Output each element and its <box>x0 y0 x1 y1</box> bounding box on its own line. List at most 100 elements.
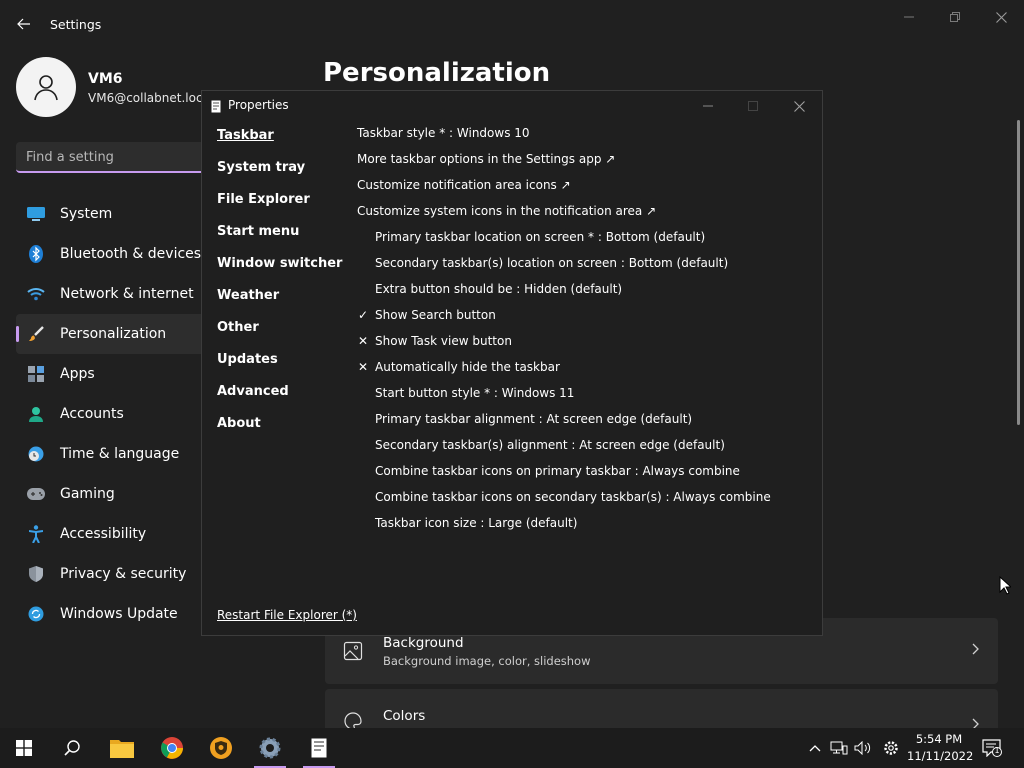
nav-label: System <box>60 206 113 222</box>
nav-item-privacy-security[interactable]: Privacy & security <box>16 554 206 594</box>
close-icon <box>793 100 805 112</box>
restore-icon <box>950 12 960 22</box>
user-email: VM6@collabnet.local <box>88 91 214 105</box>
gamepad-icon <box>27 485 45 503</box>
clock-globe-icon <box>27 445 45 463</box>
scrollbar[interactable] <box>1017 120 1020 425</box>
option-more-taskbar-options[interactable]: More taskbar options in the Settings app… <box>357 152 615 166</box>
nav-label: Apps <box>60 366 95 382</box>
nav-item-bluetooth[interactable]: Bluetooth & devices <box>16 234 206 274</box>
search-input[interactable] <box>26 148 206 166</box>
option-notification-area-icons[interactable]: Customize notification area icons ↗ <box>357 178 571 192</box>
nav-label: Time & language <box>60 446 180 462</box>
dialog-tab-system-tray[interactable]: System tray <box>217 160 305 175</box>
search-icon <box>64 740 80 756</box>
search-button[interactable] <box>48 728 96 768</box>
nav-item-network[interactable]: Network & internet <box>16 274 206 314</box>
chevron-up-icon <box>809 745 821 752</box>
restore-button[interactable] <box>932 6 978 28</box>
nav-item-system[interactable]: System <box>16 194 206 234</box>
nav-label: Accessibility <box>60 526 147 542</box>
clock-time[interactable]: 5:54 PM <box>910 732 968 746</box>
close-button[interactable] <box>978 6 1024 28</box>
back-button[interactable] <box>12 12 36 36</box>
option-icon-size[interactable]: Taskbar icon size : Large (default) <box>375 516 577 530</box>
bluetooth-icon <box>27 245 45 263</box>
taskbar-chrome[interactable] <box>148 728 196 768</box>
option-show-task-view[interactable]: Show Task view button <box>375 334 512 348</box>
nav-item-personalization[interactable]: Personalization <box>16 314 206 354</box>
nav-label: Network & internet <box>60 286 194 302</box>
checkmark-icon: ✓ <box>358 308 369 322</box>
dialog-tab-start-menu[interactable]: Start menu <box>217 224 299 239</box>
page-title: Personalization <box>323 58 551 88</box>
option-system-icons[interactable]: Customize system icons in the notificati… <box>357 204 656 218</box>
option-combine-primary[interactable]: Combine taskbar icons on primary taskbar… <box>375 464 740 478</box>
network-tray-button[interactable] <box>829 738 849 758</box>
taskbar-browser[interactable] <box>197 728 245 768</box>
option-secondary-alignment[interactable]: Secondary taskbar(s) alignment : At scre… <box>375 438 725 452</box>
card-title: Colors <box>383 708 426 724</box>
shield-icon <box>27 565 45 583</box>
dialog-tab-file-explorer[interactable]: File Explorer <box>217 192 310 207</box>
option-extra-button[interactable]: Extra button should be : Hidden (default… <box>375 282 622 296</box>
volume-icon <box>854 741 871 755</box>
option-primary-alignment[interactable]: Primary taskbar alignment : At screen ed… <box>375 412 692 426</box>
back-arrow-icon <box>17 18 30 30</box>
avatar <box>16 57 76 117</box>
properties-app-icon <box>211 98 221 113</box>
update-icon <box>27 605 45 623</box>
option-taskbar-style[interactable]: Taskbar style * : Windows 10 <box>357 126 530 140</box>
clock-date[interactable]: 11/11/2022 <box>907 749 973 763</box>
dialog-tab-other[interactable]: Other <box>217 320 259 335</box>
settings-tray-button[interactable] <box>881 738 901 758</box>
restart-file-explorer-link[interactable]: Restart File Explorer (*) <box>217 608 357 622</box>
dialog-maximize-button[interactable] <box>738 95 768 117</box>
taskbar-file-explorer[interactable] <box>98 728 146 768</box>
app-title: Settings <box>50 17 102 32</box>
nav-label: Privacy & security <box>60 566 187 582</box>
gear-icon <box>884 741 898 755</box>
taskbar-settings[interactable] <box>246 728 294 768</box>
start-button[interactable] <box>0 728 48 768</box>
taskbar-properties[interactable] <box>295 728 343 768</box>
folder-icon <box>110 740 134 758</box>
volume-tray-button[interactable] <box>853 738 873 758</box>
taskbar: 5:54 PM 11/11/2022 1 <box>0 728 1024 768</box>
option-start-button-style[interactable]: Start button style * : Windows 11 <box>375 386 574 400</box>
dialog-minimize-button[interactable] <box>693 95 723 117</box>
wifi-icon <box>27 285 45 303</box>
nav-item-gaming[interactable]: Gaming <box>16 474 206 514</box>
show-hidden-icons-button[interactable] <box>805 738 825 758</box>
notification-count: 1 <box>994 746 1000 755</box>
nav-item-apps[interactable]: Apps <box>16 354 206 394</box>
notification-center-button[interactable]: 1 <box>982 738 1002 758</box>
dialog-close-button[interactable] <box>784 95 814 117</box>
browser-shield-icon <box>210 737 232 759</box>
nav-item-time-language[interactable]: Time & language <box>16 434 206 474</box>
mouse-cursor-icon <box>999 575 1013 599</box>
option-combine-secondary[interactable]: Combine taskbar icons on secondary taskb… <box>375 490 771 504</box>
dialog-tab-weather[interactable]: Weather <box>217 288 279 303</box>
nav-label: Bluetooth & devices <box>60 246 202 262</box>
image-icon <box>343 641 363 661</box>
option-primary-location[interactable]: Primary taskbar location on screen * : B… <box>375 230 705 244</box>
person-icon <box>27 405 45 423</box>
search-box[interactable] <box>16 142 216 173</box>
dialog-tab-window-switcher[interactable]: Window switcher <box>217 256 342 271</box>
nav-item-accounts[interactable]: Accounts <box>16 394 206 434</box>
cross-mark-icon: ✕ <box>358 360 369 374</box>
dialog-tab-about[interactable]: About <box>217 416 261 431</box>
dialog-tab-taskbar[interactable]: Taskbar <box>217 128 274 143</box>
nav-item-accessibility[interactable]: Accessibility <box>16 514 206 554</box>
dialog-tab-updates[interactable]: Updates <box>217 352 278 367</box>
minimize-button[interactable] <box>886 6 932 28</box>
nav-item-windows-update[interactable]: Windows Update <box>16 594 206 634</box>
monitor-icon <box>27 205 45 223</box>
option-auto-hide[interactable]: Automatically hide the taskbar <box>375 360 560 374</box>
option-show-search-button[interactable]: Show Search button <box>375 308 496 322</box>
card-colors[interactable]: Colors <box>325 689 998 728</box>
option-secondary-location[interactable]: Secondary taskbar(s) location on screen … <box>375 256 728 270</box>
palette-icon <box>343 711 363 728</box>
dialog-tab-advanced[interactable]: Advanced <box>217 384 289 399</box>
